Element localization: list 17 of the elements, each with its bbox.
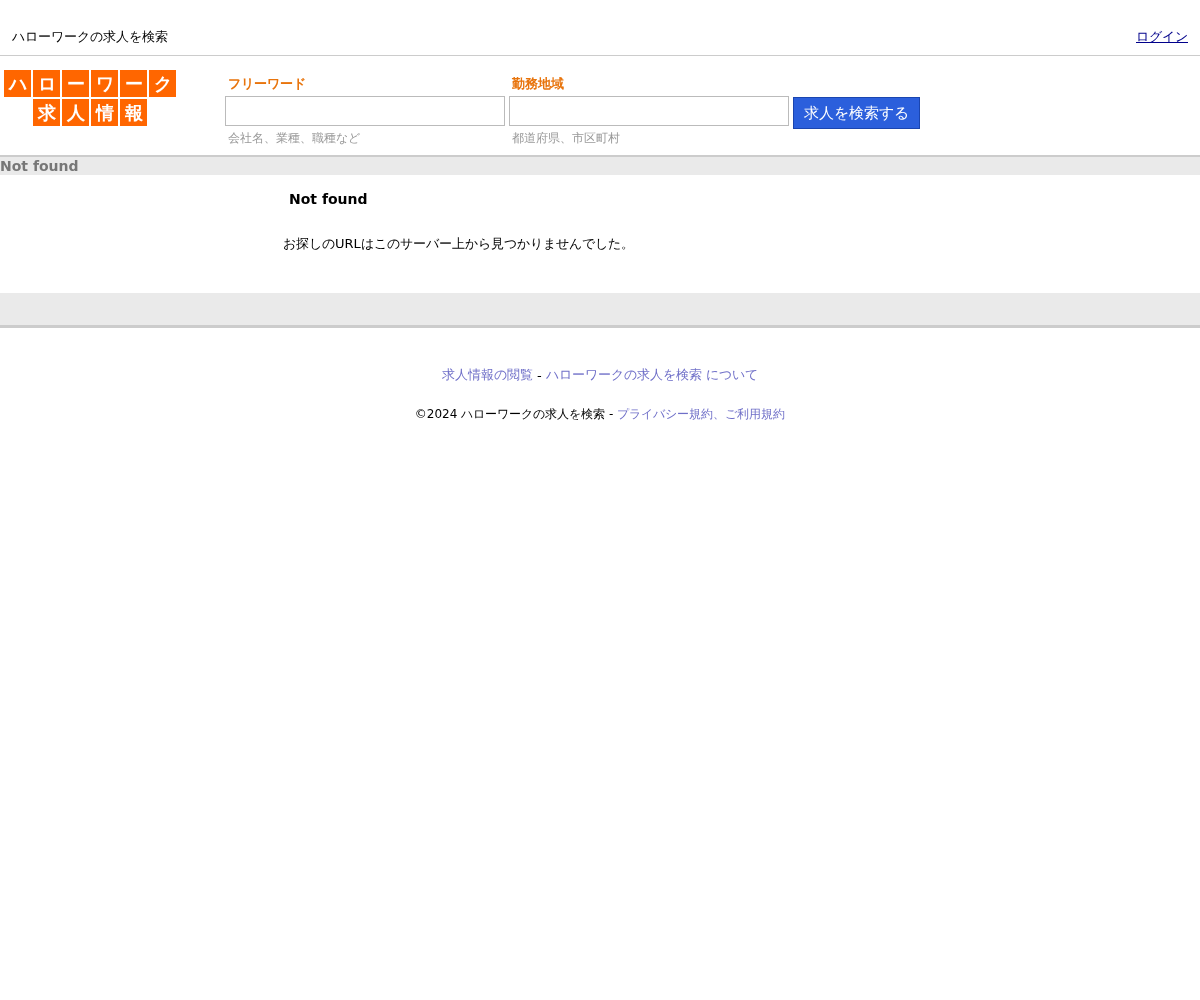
error-message: お探しのURLはこのサーバー上から見つかりませんでした。	[283, 235, 635, 253]
separator: -	[537, 367, 542, 383]
footer-link[interactable]: 求人情報の閲覧	[442, 366, 534, 384]
field-hint: 会社名、業種、職種など	[227, 130, 361, 147]
error-heading: Not found	[288, 191, 369, 207]
footer-link[interactable]: ハローワークの求人を検索 について	[545, 366, 758, 384]
section-bar: Not found	[0, 157, 1200, 175]
search-field[interactable]	[225, 96, 505, 126]
field-label: 勤務地域	[511, 75, 565, 93]
login-link[interactable]: ログイン	[1136, 28, 1188, 46]
field-hint: 都道府県、市区町村	[511, 130, 621, 147]
legal-link[interactable]: プライバシー規約、ご利用規約	[617, 406, 786, 423]
search-field[interactable]	[509, 96, 789, 126]
site-title: ハローワークの求人を検索	[12, 28, 168, 46]
copyright-text: ©2024 ハローワークの求人を検索 -	[414, 406, 614, 423]
search-button[interactable]: 求人を検索する	[793, 97, 920, 129]
field-label: フリーワード	[227, 75, 307, 93]
